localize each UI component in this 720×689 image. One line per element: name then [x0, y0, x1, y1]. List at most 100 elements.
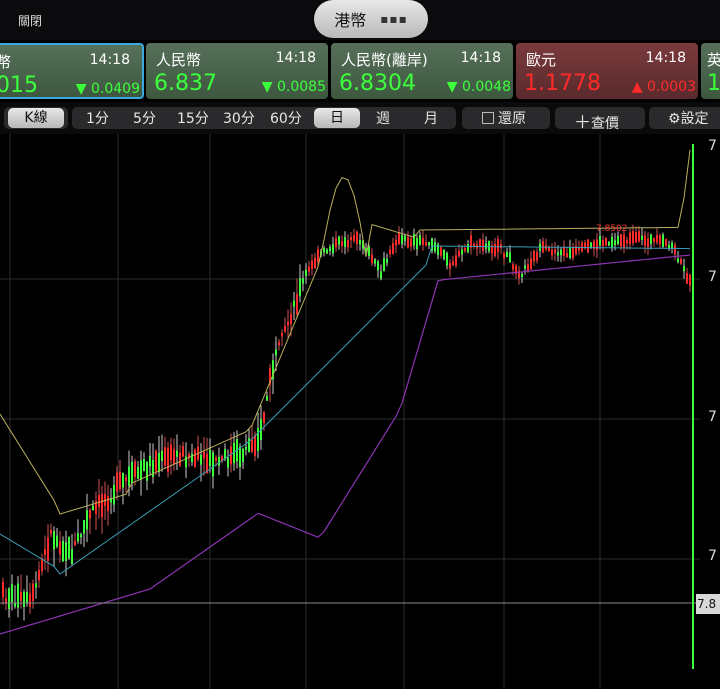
candle-body: [455, 255, 457, 266]
candle-body: [281, 333, 283, 337]
candle-body: [458, 250, 460, 257]
candle-body: [215, 457, 217, 461]
candle-body: [287, 322, 289, 326]
candle-body: [125, 477, 127, 482]
candle-body: [383, 258, 385, 272]
candle-body: [149, 455, 151, 467]
candle-body: [47, 537, 49, 561]
candle-body: [512, 264, 514, 270]
candle-body: [311, 260, 313, 270]
candle-body: [326, 249, 328, 254]
chart-canvas[interactable]: [0, 134, 720, 689]
interval-segment: [72, 107, 456, 129]
candle-body: [23, 591, 25, 607]
quote-price: 1.1778: [524, 71, 601, 96]
quote-time: 14:18: [460, 50, 501, 66]
candle-body: [38, 570, 40, 581]
quote-card-cnh[interactable]: 人民幣(離岸) 14:18 6.8304 ▼ 0.0048: [331, 43, 513, 99]
candle-body: [638, 231, 640, 242]
candle-body: [509, 252, 511, 263]
candle-body: [134, 461, 136, 477]
candle-body: [350, 237, 352, 241]
period-day[interactable]: 日: [314, 108, 360, 128]
candle-body: [164, 447, 166, 466]
candle-body: [179, 452, 181, 466]
candle-body: [503, 253, 505, 258]
interval-30m[interactable]: 30分: [223, 108, 255, 128]
candle-body: [587, 239, 589, 253]
candle-body: [176, 450, 178, 457]
candle-body: [107, 495, 109, 511]
candle-body: [380, 271, 382, 279]
candle-body: [620, 234, 622, 247]
candle-body: [29, 593, 31, 607]
candle-body: [644, 235, 646, 246]
candle-body: [536, 252, 538, 261]
interval-60m[interactable]: 60分: [270, 108, 302, 128]
close-button[interactable]: 關閉: [18, 12, 42, 29]
candle-body: [53, 531, 55, 550]
period-week[interactable]: 週: [376, 108, 390, 128]
candle-body: [419, 235, 421, 245]
quote-name: 人民幣(離岸): [341, 51, 428, 69]
candle-body: [605, 237, 607, 246]
kline-tab[interactable]: K線: [8, 108, 64, 128]
candle-body: [299, 278, 301, 297]
y-axis-label: 7: [708, 138, 717, 154]
candle-body: [482, 239, 484, 251]
candle-body: [5, 598, 7, 604]
interval-5m[interactable]: 5分: [133, 108, 156, 128]
candle-body: [353, 235, 355, 241]
period-month[interactable]: 月: [424, 108, 438, 128]
candle-body: [590, 242, 592, 248]
candle-body: [557, 252, 559, 256]
candle-body: [686, 273, 688, 284]
candle-body: [65, 542, 67, 561]
quote-card-gbp-partial[interactable]: 英 1: [701, 43, 720, 99]
candle-body: [122, 472, 124, 488]
candle-body: [497, 239, 499, 253]
candle-body: [338, 236, 340, 245]
quote-change: ▼ 0.0048: [446, 79, 511, 95]
interval-1m[interactable]: 1分: [86, 108, 109, 128]
candle-body: [614, 240, 616, 246]
candle-body: [689, 274, 691, 286]
candle-body: [161, 450, 163, 461]
candle-body: [173, 449, 175, 464]
quote-card-eur[interactable]: 歐元 14:18 1.1778 ▲ 0.0003: [516, 43, 698, 99]
candle-body: [632, 231, 634, 244]
candle-body: [551, 249, 553, 256]
candle-body: [464, 247, 466, 252]
candle-body: [140, 460, 142, 480]
candle-body: [635, 232, 637, 243]
candle-body: [314, 257, 316, 269]
kline-chart[interactable]: 7 7 7 7 7.8502 7.8: [0, 134, 720, 689]
candle-body: [572, 247, 574, 258]
candle-body: [665, 238, 667, 247]
candle-body: [305, 269, 307, 276]
candle-body: [242, 448, 244, 462]
candle-body: [527, 264, 529, 271]
candle-body: [323, 247, 325, 253]
bollinger-lower-line: [0, 254, 691, 635]
candle-body: [404, 236, 406, 241]
candle-body: [200, 454, 202, 465]
candle-body: [434, 242, 436, 252]
symbol-selector[interactable]: 港幣 ▪▪▪: [314, 0, 428, 38]
interval-15m[interactable]: 15分: [177, 108, 209, 128]
quote-card-cny[interactable]: 人民幣 14:18 6.837 ▼ 0.0085: [146, 43, 328, 99]
settings-button[interactable]: ⚙設定: [668, 108, 709, 128]
quote-card-partial[interactable]: 幣 14:18 015 ▼ 0.0409: [0, 43, 144, 99]
candle-body: [659, 235, 661, 245]
candle-body: [317, 249, 319, 263]
candle-body: [35, 583, 37, 588]
candle-body: [227, 457, 229, 468]
candle-body: [359, 240, 361, 245]
candle-body: [98, 494, 100, 508]
restore-toggle[interactable]: 還原: [482, 108, 526, 128]
lookup-button[interactable]: ＋查價: [574, 108, 619, 133]
candle-body: [155, 450, 157, 472]
candle-body: [20, 591, 22, 601]
y-axis-label: 7: [708, 269, 717, 285]
candle-body: [332, 244, 334, 254]
